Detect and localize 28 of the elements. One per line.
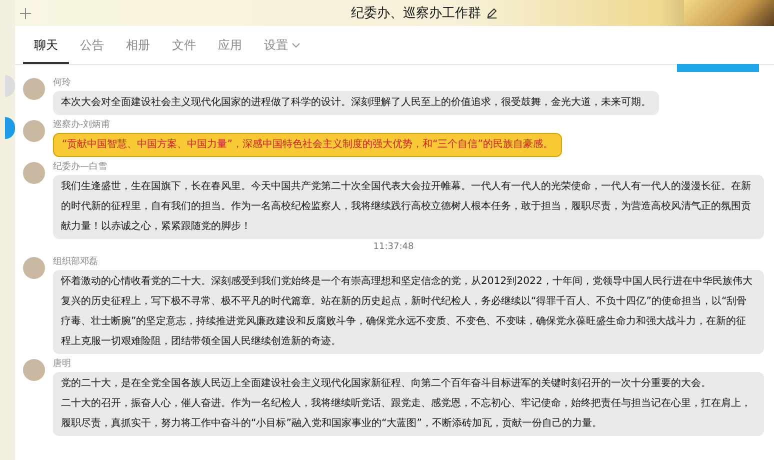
avatar xyxy=(23,257,45,279)
message-bubble: “贡献中国智慧、中国方案、中国力量”，深感中国特色社会主义制度的强大优势，和“三个自信”的民族自豪感。 xyxy=(53,133,562,157)
message-bubble: 怀着激动的心情收看党的二十大。深刻感受到我们党始终是一个有崇高理想和坚定信念的党，从2012到2022，十年间，党领导中国人民行进在中华民族伟大复兴的历史征程上，写下极不寻常、极不平凡的时代篇章。站在新的历史起点，新时代纪检人，务必继续以“得罪千百人、不负十四亿”的使命担当，以“刮骨疗毒、壮士断腕”的坚定意志，持续推进党风廉政建设和反腐败斗争，确保党永远不变质、不变色、不变味，确保党永葆旺盛生命力和强大战斗力，在新的征程上克服一切艰难险阻，团结带领全国人民继续创造新的奇迹。 xyxy=(53,270,764,354)
message-paragraph: 党的二十大，是在全党全国各族人民迈上全面建设社会主义现代化国家新征程、向第二个百年奋斗目标进军的关键时刻召开的一次十分重要的大会。 xyxy=(61,376,712,391)
tab[interactable]: 聊天 xyxy=(23,26,69,64)
timestamp: 11:37:48 xyxy=(372,242,415,252)
message-paragraph: 二十大的召开，振奋人心，催人奋进。作为一名纪检人，我将继续听党话、跟党走、感党恩，不忘初心、牢记使命，始终把责任与担当记在心里，扛在肩上，履职尽责，真抓实干，努力将工作中奋斗的“小目标”融入党和国家事业的“大蓝图”，不断添砖加瓦，贡献一份自己的力量。 xyxy=(61,396,752,431)
window-title: 纪委办、巡察办工作群 xyxy=(351,5,481,22)
avatar xyxy=(23,78,45,100)
edit-icon[interactable] xyxy=(486,7,498,19)
tab[interactable]: 公告 xyxy=(69,26,115,64)
message-bubble: 本次大会对全面建设社会主义现代化国家的进程做了科学的设计。深刻理解了人民至上的价值追求，很受鼓舞，金光大道，未来可期。 xyxy=(53,91,659,115)
avatar xyxy=(23,162,45,184)
avatar xyxy=(23,120,45,142)
tab[interactable]: 应用 xyxy=(207,26,253,64)
sender-name: 纪委办—白雪 xyxy=(53,160,108,173)
sender-name: 唐明 xyxy=(53,358,72,370)
tab[interactable]: 文件 xyxy=(161,26,207,64)
sender-name: 组织部邓磊 xyxy=(53,256,99,268)
message-bubble: 我们生逢盛世，生在国旗下，长在春风里。今天中国共产党第二十次全国代表大会拉开帷幕。一代人有一代人的光荣使命，一代人有一代人的漫漫长征。在新的时代新的征程里，自有我们的担当。作为一名高校纪检监察人，我将继续践行高校立德树人根本任务，敢于担当，履职尽责，为营造高校风清气正的氛围贡献力量！以赤诚之心，紧紧跟随党的脚步！ xyxy=(53,175,764,239)
tab[interactable]: 设置 xyxy=(253,26,311,64)
avatar xyxy=(23,359,45,381)
sender-name: 巡察办-刘炳甫 xyxy=(53,118,112,131)
add-icon[interactable] xyxy=(20,8,30,18)
avatar-edge xyxy=(5,117,15,139)
sender-name: 何玲 xyxy=(53,76,72,89)
tab[interactable]: 相册 xyxy=(115,26,161,64)
avatar-edge xyxy=(5,75,15,97)
